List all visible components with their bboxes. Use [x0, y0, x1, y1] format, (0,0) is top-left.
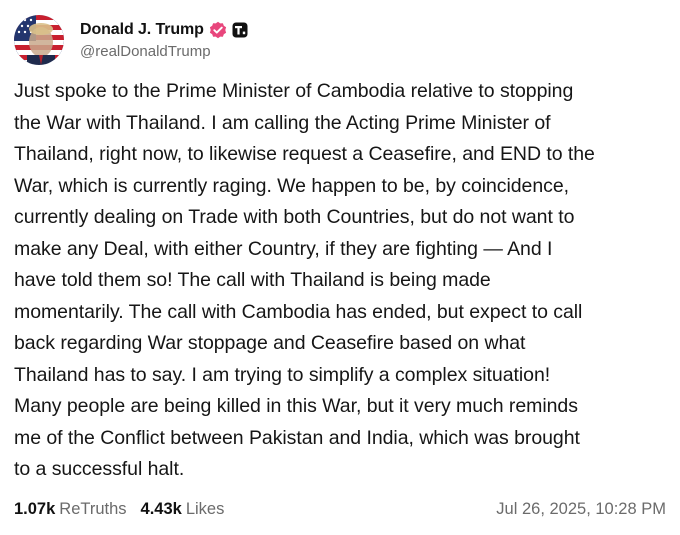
- retruths-stat[interactable]: 1.07k ReTruths: [14, 500, 127, 519]
- name-row: Donald J. Trump: [80, 18, 248, 42]
- truth-post: Donald J. Trump @realDonaldTrump Just sp…: [0, 0, 680, 535]
- post-header: Donald J. Trump @realDonaldTrump: [14, 14, 248, 66]
- likes-count: 4.43k: [140, 499, 182, 518]
- avatar[interactable]: [14, 15, 64, 65]
- likes-stat[interactable]: 4.43k Likes: [141, 500, 225, 519]
- profile-avatar-image: [14, 15, 64, 65]
- retruths-label: ReTruths: [59, 499, 127, 518]
- verified-badge-icon: [209, 21, 227, 39]
- truth-social-icon: [232, 22, 248, 38]
- likes-label: Likes: [185, 499, 225, 518]
- retruths-count: 1.07k: [14, 499, 56, 518]
- post-timestamp[interactable]: Jul 26, 2025, 10:28 PM: [496, 500, 666, 519]
- post-body-text: Just spoke to the Prime Minister of Camb…: [14, 80, 595, 480]
- display-name[interactable]: Donald J. Trump: [80, 21, 204, 39]
- author-identity: Donald J. Trump @realDonaldTrump: [80, 18, 248, 60]
- author-handle[interactable]: @realDonaldTrump: [80, 43, 248, 60]
- post-footer: 1.07k ReTruths 4.43k Likes Jul 26, 2025,…: [14, 496, 666, 522]
